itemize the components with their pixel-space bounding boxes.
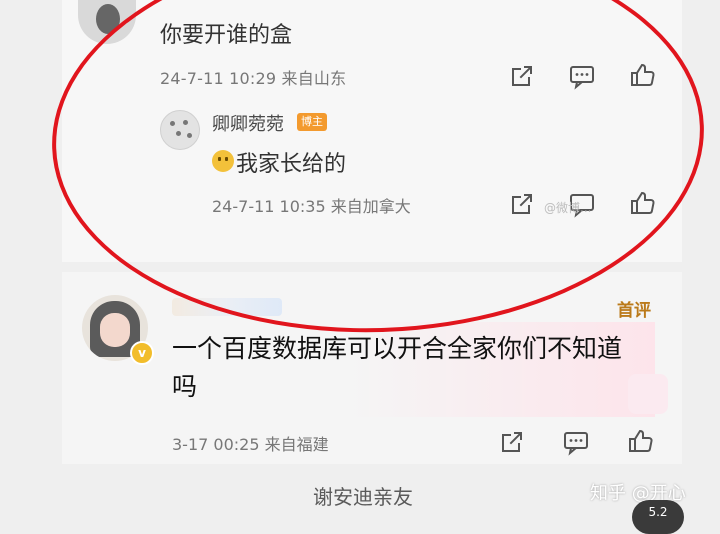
comment-meta: 3-17 00:25 来自福建 [172,435,329,454]
verified-icon: v [130,341,154,365]
like-icon[interactable] [626,427,654,455]
comment-text: 一个百度数据库可以开合全家你们不知道吗 [172,334,623,401]
share-icon[interactable] [498,428,526,456]
comment-icon[interactable] [562,428,590,456]
first-comment-tag: 首评 [617,301,651,321]
sticker-icon [628,374,668,414]
corner-button[interactable]: 5.2 [632,500,684,534]
caption-text: 谢安迪亲友 [313,485,413,509]
